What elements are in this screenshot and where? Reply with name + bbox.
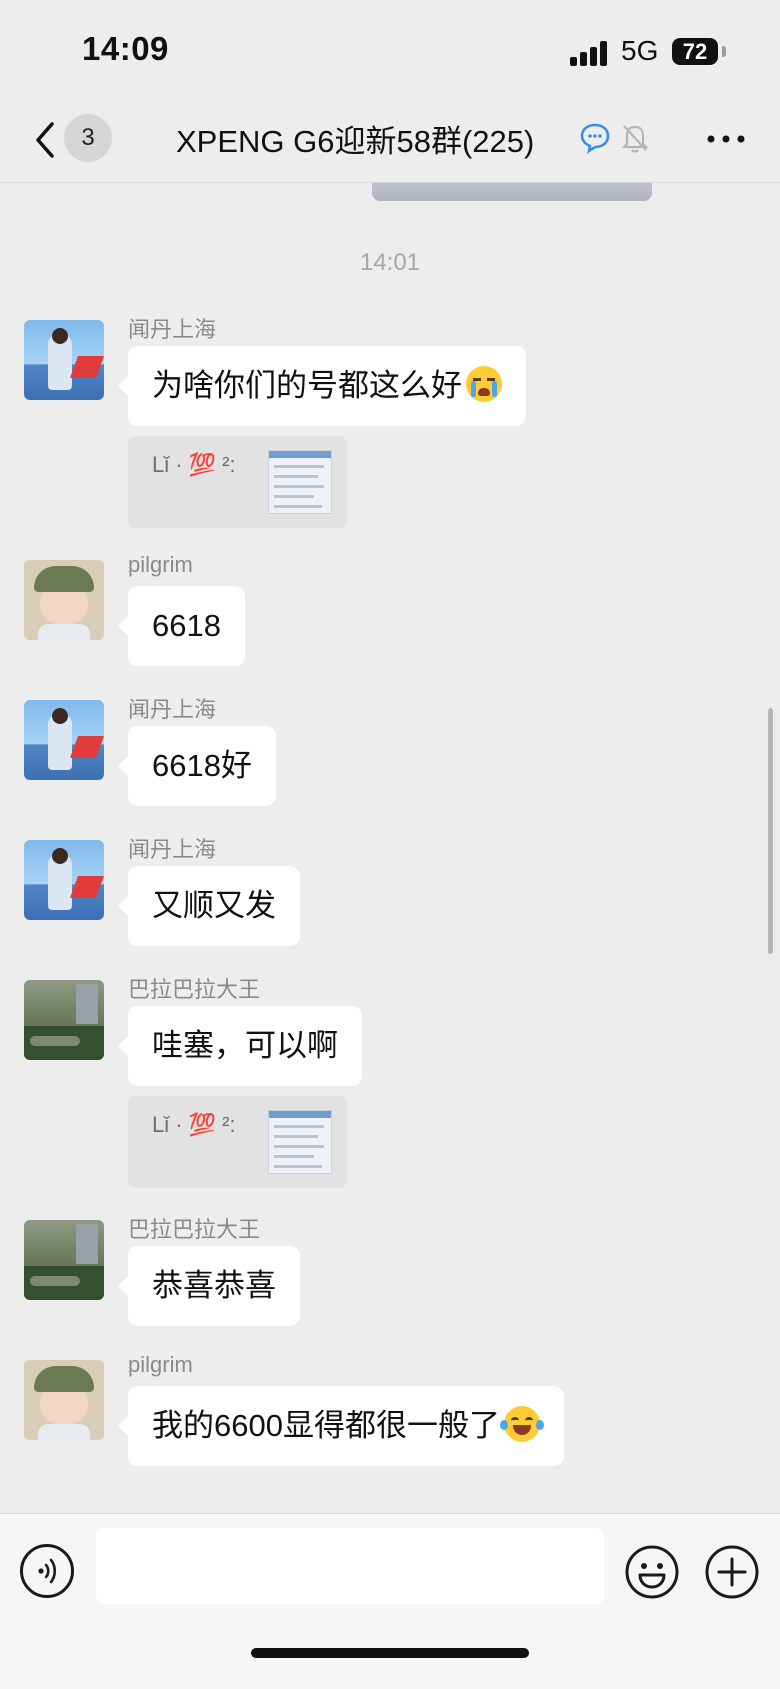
message-text: 6618好: [152, 748, 252, 783]
sender-name: 巴拉巴拉大王: [128, 1217, 261, 1242]
message-bubble[interactable]: 又顺又发: [118, 866, 300, 946]
sender-name: pilgrim: [128, 1352, 193, 1377]
quoted-reply[interactable]: Lǐ · 💯 ²:: [128, 1096, 347, 1188]
scrollbar[interactable]: [768, 708, 773, 954]
message-text: 6618: [152, 608, 221, 643]
sender-name: 巴拉巴拉大王: [128, 977, 261, 1002]
avatar[interactable]: [24, 1360, 104, 1440]
emoji-icon[interactable]: [624, 1544, 680, 1600]
time-divider: 14:01: [359, 249, 421, 276]
battery-level: 72: [682, 39, 708, 64]
input-bar: [0, 1513, 780, 1689]
loudly-crying-face-emoji-icon: [466, 366, 502, 402]
message-bubble[interactable]: 6618好: [118, 726, 276, 806]
message-text: 恭喜恭喜: [152, 1268, 276, 1303]
status-bar: 14:09 5G 72: [0, 0, 780, 100]
chat-message-list[interactable]: 14:01 闻丹上海 为啥你们的号都这么好 Lǐ · 💯 ²: pilgrim …: [0, 183, 780, 1513]
sender-name: 闻丹上海: [128, 317, 217, 342]
unread-count-badge[interactable]: 3: [64, 114, 112, 162]
muted-bell-icon: [621, 125, 649, 153]
sender-name: 闻丹上海: [128, 837, 217, 862]
sender-name: 闻丹上海: [128, 697, 217, 722]
chat-title[interactable]: XPENG G6迎新58群(225): [176, 116, 534, 161]
previous-image-message[interactable]: [372, 183, 652, 201]
home-indicator: [251, 1648, 529, 1658]
message-bubble[interactable]: 为啥你们的号都这么好: [118, 346, 526, 426]
status-time: 14:09: [82, 30, 169, 67]
battery-cap: [722, 46, 726, 57]
message-input[interactable]: [96, 1528, 604, 1604]
message-text: 哇塞，可以啊: [152, 1028, 338, 1063]
quote-thumbnail-image: [268, 450, 332, 514]
avatar[interactable]: [24, 980, 104, 1060]
cellular-signal-icon: [570, 40, 610, 66]
voice-button[interactable]: [20, 1544, 74, 1598]
avatar[interactable]: [24, 700, 104, 780]
quote-thumbnail-image: [268, 1110, 332, 1174]
message-bubble[interactable]: 恭喜恭喜: [118, 1246, 300, 1326]
message-text: 又顺又发: [152, 888, 276, 923]
battery-icon: 72: [672, 38, 718, 65]
quote-text: Lǐ · 💯 ²:: [152, 452, 236, 477]
back-chevron-icon[interactable]: [30, 120, 66, 160]
quoted-reply[interactable]: Lǐ · 💯 ²:: [128, 436, 347, 528]
face-with-tears-of-joy-emoji-icon: [499, 1406, 544, 1442]
voice-icon: [38, 1558, 57, 1584]
message-bubble[interactable]: 哇塞，可以啊: [118, 1006, 362, 1086]
chat-bubble-icon: [580, 123, 610, 154]
avatar[interactable]: [24, 560, 104, 640]
avatar[interactable]: [24, 1220, 104, 1300]
nav-bar: 3 XPENG G6迎新58群(225): [0, 100, 780, 183]
message-text: 为啥你们的号都这么好: [152, 368, 462, 403]
message-bubble[interactable]: 我的6600显得都很一般了: [118, 1386, 564, 1466]
network-type: 5G: [621, 35, 659, 66]
avatar[interactable]: [24, 320, 104, 400]
message-text: 我的6600显得都很一般了: [152, 1408, 500, 1443]
plus-icon[interactable]: [704, 1544, 760, 1600]
sender-name: pilgrim: [128, 552, 193, 577]
quote-text: Lǐ · 💯 ²:: [152, 1112, 236, 1137]
more-dots-icon[interactable]: [706, 134, 746, 144]
message-bubble[interactable]: 6618: [118, 586, 245, 666]
avatar[interactable]: [24, 840, 104, 920]
